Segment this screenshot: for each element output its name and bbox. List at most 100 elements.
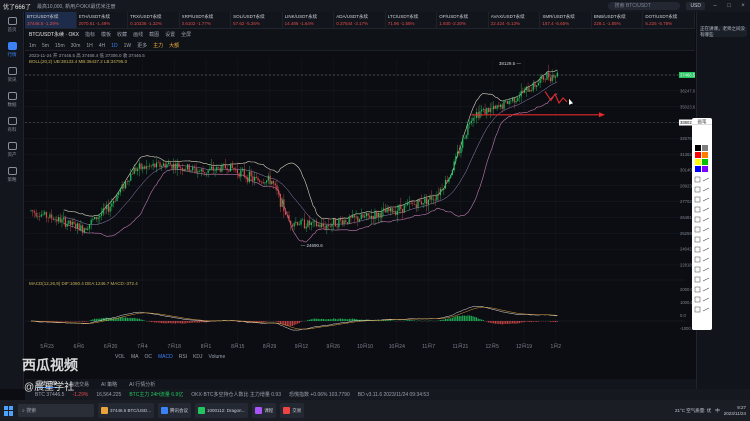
currency-select[interactable]: USD <box>686 2 705 10</box>
color-swatch[interactable] <box>702 152 708 158</box>
indicator-tab[interactable]: OC <box>145 354 153 360</box>
color-swatch[interactable] <box>702 145 708 151</box>
nav-item-6[interactable]: 策略 <box>0 162 24 187</box>
palette-tool-icon[interactable] <box>694 216 701 223</box>
palette-tool-icon[interactable] <box>694 246 701 253</box>
indicator-tab[interactable]: RSI <box>179 354 187 360</box>
indicator-tab[interactable]: MA <box>131 354 139 360</box>
interval-button[interactable]: 5m <box>42 43 49 49</box>
taskbar-app[interactable]: 交易 <box>280 403 305 418</box>
color-swatch[interactable] <box>702 159 708 165</box>
tool-button[interactable]: 画线 <box>133 31 143 38</box>
palette-tool-icon[interactable] <box>702 257 710 262</box>
ticker-item[interactable]: SOL/USDT永续 57.62 -5.26% <box>231 12 283 28</box>
palette-tool-icon[interactable] <box>694 226 701 233</box>
palette-tool-icon[interactable] <box>702 307 710 312</box>
ticker-item[interactable]: AVAX/USDT永续 22.424 -5.13% <box>489 12 541 28</box>
tool-button[interactable]: 全屏 <box>181 31 191 38</box>
taskbar-app[interactable]: 腾讯会议 <box>158 403 192 418</box>
tool-button[interactable]: 设置 <box>165 31 175 38</box>
chart-svg[interactable]: 5月23 6月6 6月20 7月4 7月18 8月1 8月15 8月29 9月12 9月26 10月… <box>25 51 695 348</box>
ticker-item[interactable]: TRX/USDT永续 0.10336 -1.32% <box>128 12 180 28</box>
color-swatch[interactable] <box>695 152 701 158</box>
interval-button[interactable]: 15m <box>55 43 65 49</box>
taskbar-search[interactable]: ⌕ 搜索 <box>18 404 94 417</box>
ask-bubble[interactable]: 正在讲课，老师之间没有哪些 <box>700 26 747 37</box>
interval-button[interactable]: 4H <box>99 43 105 49</box>
ime-indicator[interactable]: 中 <box>715 408 720 414</box>
candlestick-chart[interactable]: 5月23 6月6 6月20 7月4 7月18 8月1 8月15 8月29 9月12 9月26 10月… <box>25 51 695 348</box>
taskbar-app[interactable]: 1000112: Dragon... <box>195 403 249 418</box>
tool-button[interactable]: 收藏 <box>117 31 127 38</box>
palette-tool-icon[interactable] <box>694 236 701 243</box>
ticker-item[interactable]: OP/USDT永续 1.930 -2.30% <box>437 12 489 28</box>
interval-button[interactable]: 1m <box>29 43 36 49</box>
ticker-item[interactable]: ADA/USDT永续 0.37644 -3.17% <box>334 12 386 28</box>
palette-tool-icon[interactable] <box>702 237 710 242</box>
palette-tool-icon[interactable] <box>702 267 710 272</box>
global-search-input[interactable]: 搜索 BTC/USDT <box>608 2 681 10</box>
color-swatch[interactable] <box>695 166 701 172</box>
bottom-tab[interactable]: 历史订单 <box>37 380 58 388</box>
ticker-item[interactable]: BTC/USDT永续 37446.5 -1.29% <box>25 12 77 28</box>
symbol-title[interactable]: BTC/USDT永续 · OKX <box>29 31 79 38</box>
nav-item-3[interactable]: 数据 <box>0 87 24 112</box>
interval-button[interactable]: 30m <box>71 43 81 49</box>
tool-button[interactable]: 指标 <box>85 31 95 38</box>
palette-tool-icon[interactable] <box>702 197 710 202</box>
windows-start-icon[interactable] <box>4 405 14 416</box>
palette-tool-icon[interactable] <box>694 296 701 303</box>
bottom-tab[interactable]: AI 行情分析 <box>129 381 155 388</box>
ticker-item[interactable]: XMR/USDT永续 157.4 -5.65% <box>540 12 592 28</box>
nav-item-4[interactable]: 有料 <box>0 112 24 137</box>
palette-tool-icon[interactable] <box>702 177 710 182</box>
nav-item-2[interactable]: 资讯 <box>0 62 24 87</box>
interval-button[interactable]: 大额 <box>169 42 179 49</box>
interval-button[interactable]: 1D <box>111 43 117 49</box>
indicator-tab[interactable]: VOL <box>115 354 125 360</box>
palette-tools[interactable] <box>692 125 712 330</box>
interval-button[interactable]: 1H <box>86 43 92 49</box>
maximize-icon[interactable]: □ <box>725 3 733 9</box>
drawing-palette[interactable]: 画笔 <box>692 118 712 330</box>
close-icon[interactable]: × <box>739 3 747 9</box>
weather-status[interactable]: 21°C 空气质量: 优 <box>675 408 711 414</box>
palette-tool-icon[interactable] <box>694 186 701 193</box>
taskbar-app[interactable]: 课程 <box>252 403 277 418</box>
ticker-item[interactable]: BNB/USDT永续 228.1 -1.85% <box>592 12 644 28</box>
tool-button[interactable]: 模板 <box>101 31 111 38</box>
nav-item-5[interactable]: 资产 <box>0 137 24 162</box>
interval-button[interactable]: 主力 <box>153 42 163 49</box>
system-clock[interactable]: 9:27 2023/11/24 <box>724 405 746 417</box>
interval-button[interactable]: 1W <box>124 43 132 49</box>
palette-tool-icon[interactable] <box>694 286 701 293</box>
ticker-item[interactable]: DOT/USDT永续 5.225 -5.78% <box>643 12 695 28</box>
promo-notice[interactable]: 最高10,000, 新用户OKX最优米注册 <box>37 3 116 10</box>
palette-tool-icon[interactable] <box>694 196 701 203</box>
interval-button[interactable]: 更多 <box>137 42 147 49</box>
color-swatch[interactable] <box>702 166 708 172</box>
ticker-item[interactable]: LINK/USDT永续 14.486 -1.64% <box>283 12 335 28</box>
palette-tool-icon[interactable] <box>694 306 701 313</box>
palette-tool-icon[interactable] <box>702 277 710 282</box>
nav-item-0[interactable]: 首页 <box>0 12 24 37</box>
indicator-tab[interactable]: MACD <box>158 354 173 360</box>
palette-tool-icon[interactable] <box>694 276 701 283</box>
palette-tool-icon[interactable] <box>702 187 710 192</box>
ticker-item[interactable]: LTC/USDT永续 71.96 -1.55% <box>386 12 438 28</box>
palette-tool-icon[interactable] <box>702 297 710 302</box>
palette-tool-icon[interactable] <box>694 206 701 213</box>
palette-tool-icon[interactable] <box>702 217 710 222</box>
palette-tool-icon[interactable] <box>702 227 710 232</box>
palette-tool-icon[interactable] <box>702 247 710 252</box>
palette-tool-icon[interactable] <box>694 266 701 273</box>
taskbar-app[interactable]: 37446.5 BTC/USD... <box>98 403 155 418</box>
bottom-tab[interactable]: 自选交易 <box>69 381 89 388</box>
bottom-tab[interactable]: AI 策略 <box>101 381 117 388</box>
indicator-tab[interactable]: Volume <box>209 354 226 360</box>
palette-tool-icon[interactable] <box>702 287 710 292</box>
ticker-item[interactable]: ETH/USDT永续 2070.61 -1.49% <box>77 12 129 28</box>
tool-button[interactable]: 截图 <box>149 31 159 38</box>
indicator-tab[interactable]: KDJ <box>193 354 202 360</box>
color-swatch[interactable] <box>695 159 701 165</box>
